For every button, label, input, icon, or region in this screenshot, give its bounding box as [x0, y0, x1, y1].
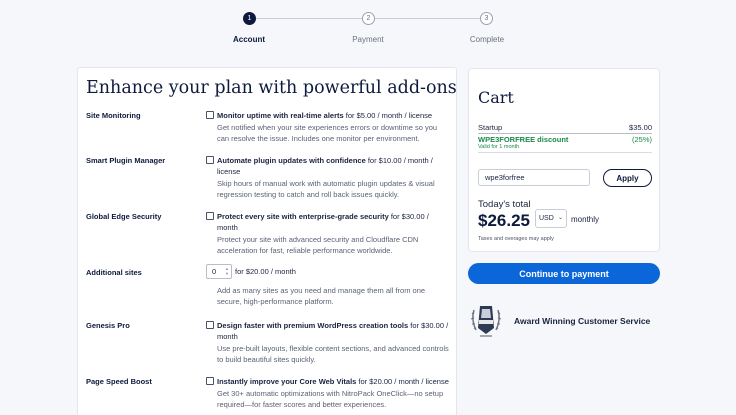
award-text: Award Winning Customer Service: [514, 316, 651, 326]
addon-name: Additional sites: [86, 268, 142, 277]
addon-checkbox[interactable]: [206, 321, 214, 329]
additional-sites-quantity-input[interactable]: 0 ▲ ▼: [206, 264, 232, 279]
addon-checkbox[interactable]: [206, 111, 214, 119]
addon-description: Skip hours of manual work with automatic…: [217, 179, 435, 199]
step-2-indicator: 2: [362, 12, 375, 25]
cart-divider: [478, 152, 652, 153]
addon-name: Page Speed Boost: [86, 377, 152, 386]
addons-panel: Enhance your plan with powerful add-ons …: [77, 67, 457, 415]
cart-plan-price: $35.00: [629, 123, 652, 132]
addon-name: Smart Plugin Manager: [86, 156, 166, 165]
cart-discount-validity: Valid for 1 month: [478, 144, 520, 150]
cart-divider: [478, 133, 652, 134]
step-3-indicator: 3: [480, 12, 493, 25]
cart-discount-value: (25%): [631, 135, 652, 144]
step-1-label: Account: [233, 35, 265, 44]
continue-to-payment-button[interactable]: Continue to payment: [468, 263, 660, 284]
promo-code-input[interactable]: wpe3forfree: [478, 169, 590, 186]
addon-description: Add as many sites as you need and manage…: [217, 286, 426, 306]
today-total-price: $26.25: [478, 211, 530, 230]
stepper-connector: [256, 18, 362, 19]
addon-description: Get notified when your site experiences …: [217, 123, 438, 143]
cart-plan-name: Startup: [478, 123, 503, 132]
award-section: Award Winning Customer Service: [468, 302, 660, 342]
billing-period: monthly: [571, 215, 600, 224]
step-2-label: Payment: [352, 35, 384, 44]
addon-headline: Design faster with premium WordPress cre…: [217, 321, 449, 341]
addon-headline: Monitor uptime with real-time alerts for…: [217, 111, 433, 120]
apply-promo-button[interactable]: Apply: [603, 169, 652, 187]
cart-title: Cart: [478, 88, 514, 107]
addon-headline: Instantly improve your Core Web Vitals f…: [217, 377, 449, 386]
chevron-down-icon: ⌄: [557, 215, 563, 221]
stepper-connector: [374, 18, 480, 19]
award-badge-icon: [470, 306, 502, 337]
addon-checkbox[interactable]: [206, 212, 214, 220]
cart-discount-row: WPE3FORFREE discount (25%): [478, 135, 652, 144]
quantity-price-label: for $20.00 / month: [235, 267, 296, 276]
step-3-label: Complete: [469, 35, 505, 44]
addon-description: Protect your site with advanced security…: [217, 235, 419, 255]
addon-name: Genesis Pro: [86, 321, 130, 330]
addon-headline: Protect every site with enterprise-grade…: [217, 212, 429, 232]
taxes-note: Taxes and overages may apply: [478, 236, 554, 242]
cart-discount-name: WPE3FORFREE discount: [478, 135, 569, 144]
today-total-label: Today's total: [478, 199, 531, 210]
step-1-indicator: 1: [243, 12, 256, 25]
addons-title: Enhance your plan with powerful add-ons: [86, 78, 457, 98]
cart-panel: Cart Startup $35.00 WPE3FORFREE discount…: [468, 68, 660, 252]
addon-checkbox[interactable]: [206, 156, 214, 164]
addon-description: Use pre-built layouts, flexible content …: [217, 344, 449, 364]
addon-headline: Automate plugin updates with confidence …: [217, 156, 433, 176]
addon-checkbox[interactable]: [206, 377, 214, 385]
checkout-stepper: 1 2 3 Account Payment Complete: [0, 12, 736, 52]
cart-plan-row: Startup $35.00: [478, 123, 652, 132]
addon-description: Get 30+ automatic optimizations with Nit…: [217, 389, 444, 409]
addon-name: Site Monitoring: [86, 111, 141, 120]
quantity-stepper-arrows[interactable]: ▲ ▼: [225, 266, 229, 276]
addon-name: Global Edge Security: [86, 212, 162, 221]
currency-select[interactable]: USD ⌄: [535, 209, 567, 228]
